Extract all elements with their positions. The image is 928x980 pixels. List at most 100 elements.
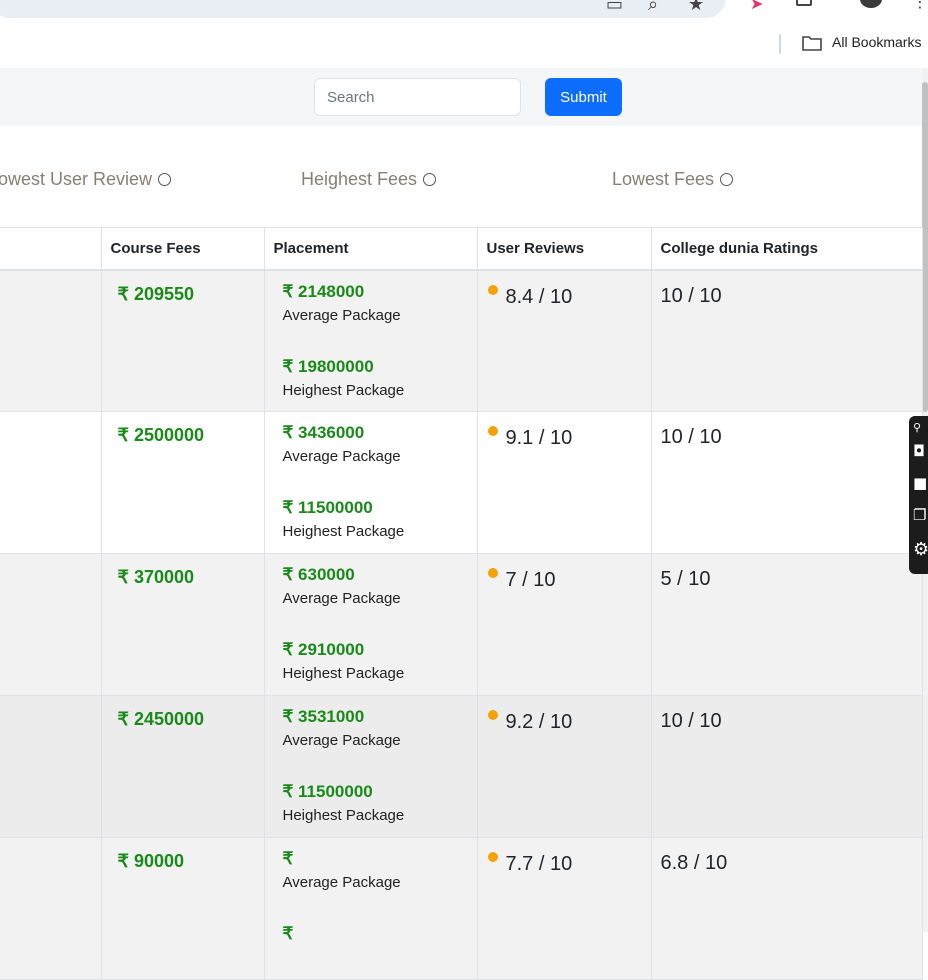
user-reviews-header: User Reviews: [477, 227, 652, 271]
user-review-cell: 9.2 / 10: [477, 695, 652, 838]
sort-option-label: owest User Review: [0, 169, 153, 189]
zoom-icon[interactable]: ⌕: [648, 0, 658, 15]
average-package-label: Average Package: [282, 590, 401, 607]
course-fees-cell: ₹ 2500000: [101, 411, 265, 554]
college-name-cell: [0, 553, 102, 696]
rating-cell: 10 / 10: [651, 695, 923, 838]
college-name-cell: [0, 695, 102, 838]
college-name-cell: [0, 411, 102, 554]
search-input[interactable]: [314, 78, 521, 116]
college-name-cell: [0, 837, 102, 980]
user-review-value: 9.2 / 10: [505, 711, 573, 733]
course-fee-value: ₹ 370000: [117, 567, 195, 587]
user-review-cell: 7 / 10: [477, 553, 652, 696]
average-package-label: Average Package: [282, 732, 401, 749]
placement-cell: ₹ Average Package ₹: [264, 837, 478, 980]
placement-cell: ₹ 3531000 Average Package ₹ 11500000 Hei…: [264, 695, 478, 838]
side-toolbar: ⚲ ◘ ■ ❐ ⚙: [909, 416, 928, 574]
rating-cell: 6.8 / 10: [651, 837, 923, 980]
average-package-value: ₹ 2148000: [282, 281, 365, 301]
highest-package-label: Heighest Package: [282, 523, 405, 540]
scrollbar-thumb[interactable]: [922, 82, 928, 412]
review-dot-icon: [487, 710, 498, 720]
table-row: ₹ 90000 ₹ Average Package ₹ 7.7 / 10 6.8…: [0, 837, 923, 980]
user-review-value: 8.4 / 10: [505, 285, 573, 308]
user-review-value: 9.1 / 10: [505, 427, 573, 449]
highest-package-value: ₹ 19800000: [282, 356, 374, 376]
sort-option-label: Lowest Fees: [612, 169, 715, 189]
course-fees-header: Course Fees: [101, 227, 265, 271]
average-package-value: ₹ 3531000: [282, 707, 365, 726]
rating-cell: 10 / 10: [651, 411, 923, 554]
user-review-cell: 9.1 / 10: [477, 411, 652, 554]
average-package-value: ₹ 630000: [282, 565, 355, 584]
college-name-cell: [0, 269, 102, 412]
pin-icon[interactable]: ⚲: [913, 420, 921, 435]
sort-lowest-fees[interactable]: Lowest Fees: [612, 169, 734, 190]
college-name-header: [0, 227, 102, 271]
table-row: ₹ 2450000 ₹ 3531000 Average Package ₹ 11…: [0, 695, 923, 838]
rating-value: 6.8 / 10: [660, 852, 728, 874]
review-dot-icon: [487, 852, 498, 862]
average-package-value: ₹ 3436000: [282, 423, 365, 442]
table-row: ₹ 370000 ₹ 630000 Average Package ₹ 2910…: [0, 553, 923, 696]
site-navbar: Submit: [0, 68, 928, 126]
highest-package-value: ₹: [282, 924, 294, 943]
course-fees-cell: ₹ 209550: [101, 269, 265, 412]
review-dot-icon: [487, 284, 498, 295]
course-fee-value: ₹ 2500000: [117, 425, 205, 445]
tab-search-icon[interactable]: [796, 0, 812, 6]
bookmarks-bar: All Bookmarks: [0, 24, 928, 68]
user-review-cell: 8.4 / 10: [477, 269, 652, 412]
sort-lowest-user-review[interactable]: owest User Review: [0, 169, 172, 190]
highest-package-label: Heighest Package: [282, 807, 405, 824]
all-bookmarks-link[interactable]: All Bookmarks: [832, 34, 921, 50]
highest-package-label: Heighest Package: [282, 665, 405, 682]
radio-button[interactable]: [720, 173, 734, 186]
submit-button[interactable]: Submit: [545, 78, 622, 116]
review-dot-icon: [487, 426, 498, 436]
rating-value: 5 / 10: [660, 568, 711, 590]
profile-avatar[interactable]: [860, 0, 882, 8]
average-package-value: ₹: [282, 849, 294, 868]
folder-icon: [802, 36, 822, 51]
user-review-value: 7.7 / 10: [505, 853, 573, 875]
gear-icon[interactable]: ⚙: [913, 541, 928, 559]
radio-button[interactable]: [423, 173, 437, 186]
radio-button[interactable]: [158, 173, 172, 186]
sort-highest-fees[interactable]: Heighest Fees: [301, 169, 437, 190]
placement-cell: ₹ 630000 Average Package ₹ 2910000 Heigh…: [264, 553, 478, 696]
rating-value: 10 / 10: [660, 710, 722, 732]
browser-toolbar: ▭ ⌕ ★ ➤ ⋮: [0, 0, 928, 24]
table-row: ₹ 209550 ₹ 2148000 Average Package ₹ 198…: [0, 269, 923, 412]
review-dot-icon: [487, 568, 498, 578]
table-header-row: Course Fees Placement User Reviews Colle…: [0, 227, 923, 271]
course-fee-value: ₹ 90000: [117, 851, 185, 871]
average-package-label: Average Package: [282, 874, 401, 891]
menu-kebab-icon[interactable]: ⋮: [912, 0, 928, 11]
highest-package-value: ₹ 2910000: [282, 640, 365, 659]
user-review-cell: 7.7 / 10: [477, 837, 652, 980]
ratings-header: College dunia Ratings: [651, 227, 923, 271]
highest-package-value: ₹ 11500000: [282, 782, 373, 801]
camera-icon[interactable]: ◘: [913, 444, 925, 459]
highest-package-label: [283, 949, 459, 973]
video-icon[interactable]: ■: [913, 476, 927, 491]
user-review-value: 7 / 10: [505, 569, 556, 591]
course-fee-value: ₹ 209550: [117, 283, 195, 304]
course-fees-cell: ₹ 2450000: [101, 695, 265, 838]
course-fees-cell: ₹ 370000: [101, 553, 265, 696]
course-fees-cell: ₹ 90000: [101, 837, 265, 980]
install-app-icon[interactable]: ▭: [606, 0, 623, 15]
bookmark-star-icon[interactable]: ★: [688, 0, 704, 15]
placement-header: Placement: [264, 227, 478, 271]
table-row: ₹ 2500000 ₹ 3436000 Average Package ₹ 11…: [0, 411, 923, 554]
rating-cell: 5 / 10: [651, 553, 923, 696]
average-package-label: Average Package: [282, 306, 401, 324]
extension-icon[interactable]: ➤: [750, 0, 763, 13]
highest-package-value: ₹ 11500000: [282, 498, 373, 517]
bookmarks-divider: [779, 34, 781, 54]
rating-value: 10 / 10: [660, 426, 722, 448]
window-icon[interactable]: ❐: [913, 508, 926, 523]
sort-option-label: Heighest Fees: [301, 169, 418, 189]
